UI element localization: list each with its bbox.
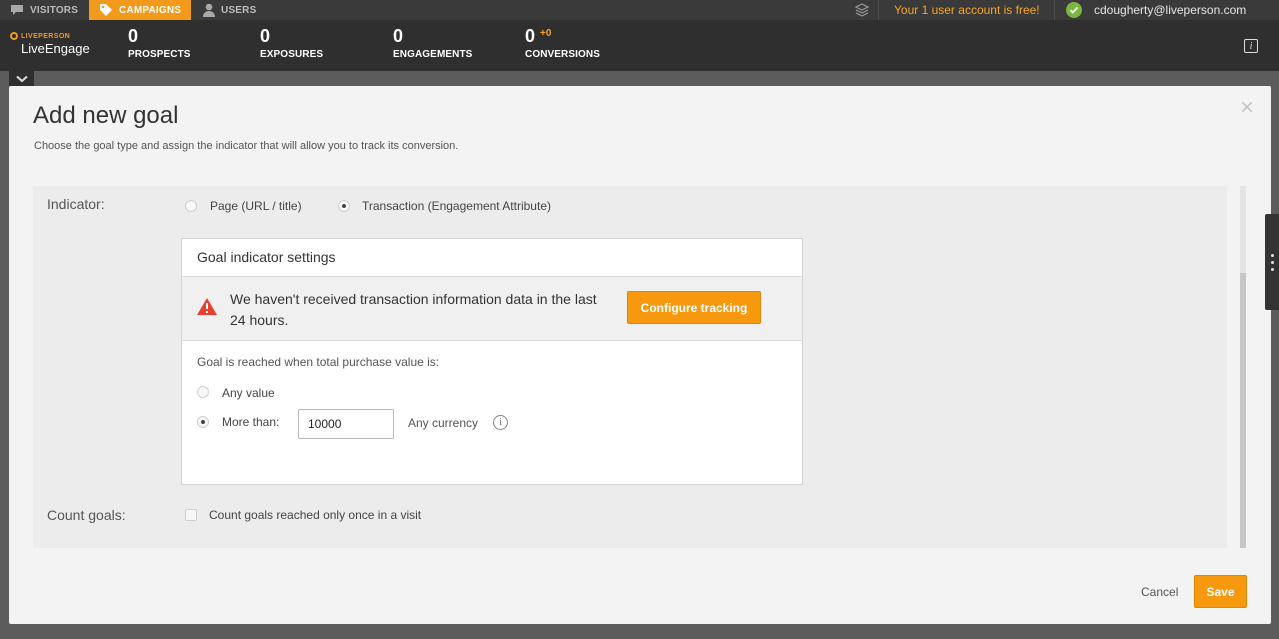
radio-more-than[interactable] [197, 416, 209, 428]
modal-title: Add new goal [33, 102, 179, 129]
radio-indicator-page[interactable] [185, 200, 197, 212]
panel-header: Goal indicator settings [182, 239, 802, 277]
goal-form: Indicator: Page (URL / title) Transactio… [33, 186, 1227, 548]
tab-visitors-label: VISITORS [30, 4, 79, 16]
stat-exposures: 0 EXPOSURES [260, 26, 323, 60]
add-goal-modal: Add new goal Choose the goal type and as… [9, 86, 1271, 624]
logo-small-text: LIVEPERSON [21, 32, 71, 40]
radio-indicator-transaction-label[interactable]: Transaction (Engagement Attribute) [362, 199, 551, 213]
tracking-warning: We haven't received transaction informat… [182, 277, 802, 341]
count-once-checkbox[interactable] [185, 509, 197, 521]
panel-title: Goal indicator settings [197, 249, 336, 265]
user-menu[interactable]: cdougherty@liveperson.com [1094, 3, 1246, 17]
stat-value: 0 [393, 26, 404, 46]
stat-value: 0 [260, 26, 271, 46]
stat-prospects: 0 PROSPECTS [128, 26, 191, 60]
stat-label: PROSPECTS [128, 49, 191, 60]
count-goals-label: Count goals: [47, 507, 126, 523]
logo-big-text: LiveEngage [21, 41, 90, 56]
modal-subtitle: Choose the goal type and assign the indi… [34, 140, 459, 152]
liveengage-logo[interactable]: LIVEPERSON LiveEngage [10, 32, 90, 56]
indicator-label: Indicator: [47, 196, 105, 212]
tab-visitors[interactable]: VISITORS [10, 0, 78, 20]
radio-any-value-label[interactable]: Any value [222, 386, 275, 400]
currency-label: Any currency [408, 416, 479, 430]
tag-icon [99, 3, 113, 17]
amount-input[interactable] [298, 409, 394, 439]
stat-label: EXPOSURES [260, 49, 324, 60]
stat-value: 0 [128, 26, 139, 46]
tab-campaigns[interactable]: CAMPAIGNS [89, 0, 191, 20]
radio-more-than-label[interactable]: More than: [222, 415, 279, 429]
tab-users-label: USERS [221, 4, 257, 16]
user-icon [203, 3, 215, 17]
info-icon[interactable]: i [493, 415, 508, 430]
radio-any-value[interactable] [197, 386, 209, 398]
cancel-button[interactable]: Cancel [1141, 585, 1178, 599]
side-panel-handle[interactable] [1265, 214, 1279, 310]
tab-users[interactable]: USERS [203, 0, 256, 20]
chevron-down-icon [15, 75, 28, 82]
configure-tracking-button[interactable]: Configure tracking [627, 291, 761, 324]
radio-indicator-transaction[interactable] [338, 200, 350, 212]
online-status-icon [1066, 2, 1082, 18]
stat-label: CONVERSIONS [525, 49, 601, 60]
stat-value: 0 [525, 26, 536, 46]
info-icon[interactable]: i [1244, 39, 1258, 53]
top-nav-bar: VISITORS CAMPAIGNS USERS Your 1 user acc… [0, 0, 1279, 20]
close-icon[interactable]: × [1240, 96, 1254, 120]
stats-bar: LIVEPERSON LiveEngage 0 PROSPECTS 0 EXPO… [0, 20, 1279, 71]
scrollbar-thumb[interactable] [1240, 273, 1246, 548]
tab-campaigns-label: CAMPAIGNS [119, 4, 182, 16]
condition-label: Goal is reached when total purchase valu… [197, 355, 440, 369]
stat-engagements: 0 ENGAGEMENTS [393, 26, 472, 60]
stat-label: ENGAGEMENTS [393, 49, 473, 60]
chat-bubble-icon [10, 4, 24, 16]
stat-delta: +0 [540, 28, 552, 39]
stat-conversions: 0 +0 CONVERSIONS [525, 26, 600, 60]
radio-indicator-page-label[interactable]: Page (URL / title) [210, 199, 302, 213]
count-once-label[interactable]: Count goals reached only once in a visit [209, 508, 421, 522]
collapse-stats-toggle[interactable] [9, 71, 34, 86]
warning-icon [196, 297, 218, 321]
goal-indicator-settings-panel: Goal indicator settings We haven't recei… [181, 238, 803, 485]
save-button[interactable]: Save [1194, 575, 1247, 608]
warning-text: We haven't received transaction informat… [230, 291, 597, 328]
free-account-notice[interactable]: Your 1 user account is free! [894, 3, 1040, 17]
